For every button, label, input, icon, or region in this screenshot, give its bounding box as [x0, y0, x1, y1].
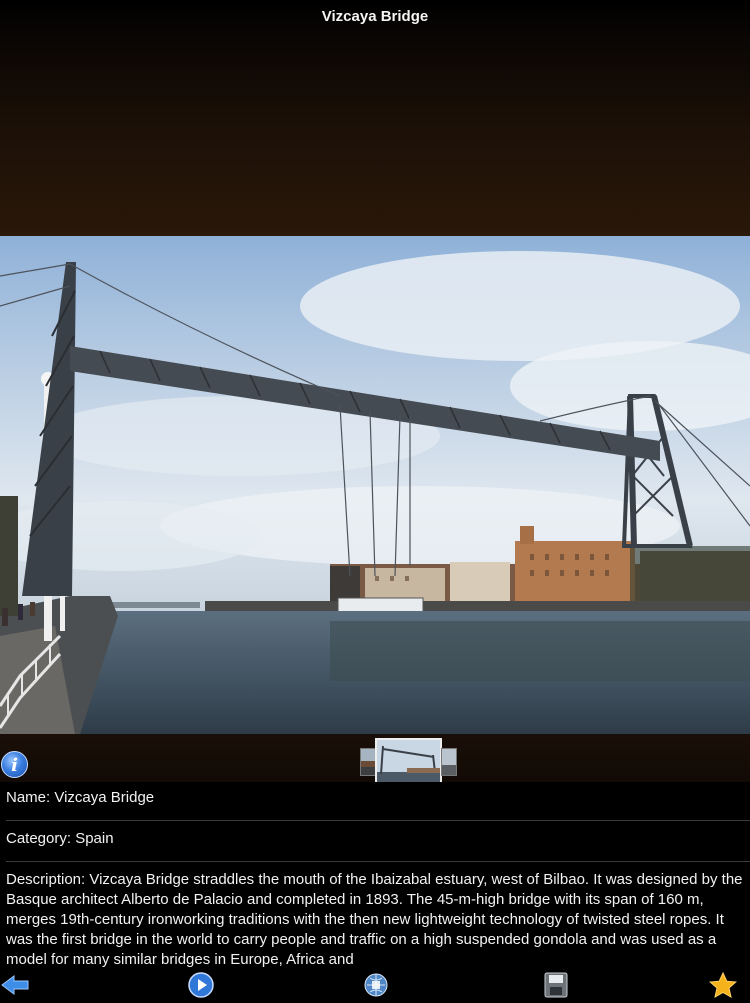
detail-name: Name: Vizcaya Bridge — [6, 789, 155, 806]
thumbnail-current[interactable] — [375, 738, 442, 785]
bridge-photo-illustration — [0, 236, 750, 734]
back-button[interactable] — [0, 972, 30, 998]
favorite-star-icon — [708, 971, 738, 998]
thumbnail-next-image — [442, 749, 456, 775]
detail-category: Category: Spain — [6, 830, 114, 847]
detail-description: Description: Vizcaya Bridge straddles th… — [6, 871, 743, 968]
globe-button[interactable] — [362, 972, 390, 998]
play-button[interactable] — [187, 972, 215, 998]
thumbnail-previous[interactable] — [360, 748, 376, 776]
thumbnail-next[interactable] — [441, 748, 457, 776]
favorite-button[interactable] — [708, 971, 738, 998]
main-photo[interactable] — [0, 236, 750, 734]
save-button[interactable] — [542, 972, 570, 998]
play-icon — [188, 972, 214, 998]
globe-icon — [364, 973, 388, 997]
divider — [6, 820, 750, 821]
save-disk-icon — [544, 972, 568, 998]
divider — [6, 861, 750, 862]
info-icon[interactable]: i — [1, 751, 28, 778]
top-bar: Vizcaya Bridge — [0, 0, 750, 236]
thumbnail-previous-image — [361, 749, 375, 775]
page-title: Vizcaya Bridge — [321, 8, 429, 25]
back-arrow-icon — [1, 975, 29, 995]
thumbnail-current-image — [377, 740, 440, 783]
